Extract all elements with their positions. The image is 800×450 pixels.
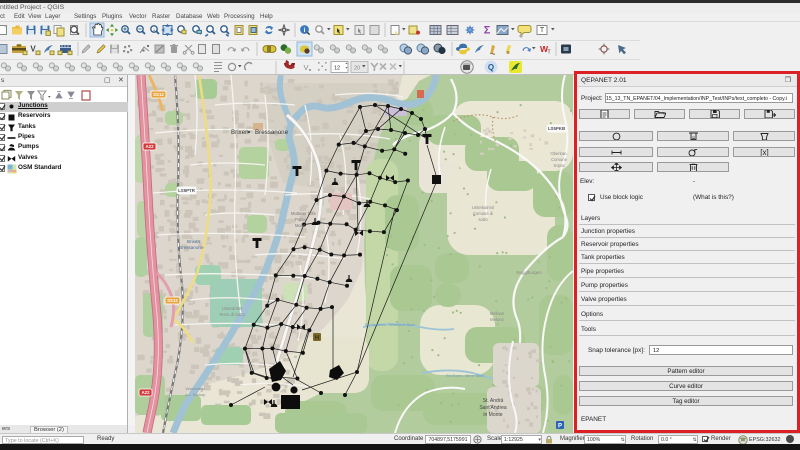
svg-text:Unterdrittel: Unterdrittel — [222, 306, 243, 311]
svg-text:Sopra: Sopra — [553, 163, 565, 168]
svg-text:Mellaun: Mellaun — [490, 311, 505, 316]
svg-text:Terzo di Sotto: Terzo di Sotto — [219, 312, 245, 317]
svg-text:Comune: Comune — [551, 157, 567, 162]
svg-text:Nogglburgen: Nogglburgen — [516, 270, 542, 275]
svg-text:Mulat: Mulat — [295, 223, 306, 228]
svg-text:sotto: sotto — [478, 217, 488, 222]
svg-text:12: 12 — [334, 66, 340, 72]
svg-text:i: i — [304, 27, 306, 34]
svg-text:A22: A22 — [141, 390, 150, 395]
svg-text:V: V — [30, 45, 36, 54]
svg-text:Mutterer höfe: Mutterer höfe — [291, 211, 317, 216]
svg-text:Oberkan.: Oberkan. — [550, 151, 567, 156]
svg-text:SS12: SS12 — [153, 92, 164, 97]
svg-text:Sant'Andrea: Sant'Andrea — [479, 405, 507, 411]
svg-text:20: 20 — [354, 66, 360, 72]
svg-text:Bressanone: Bressanone — [179, 245, 204, 250]
svg-text:T: T — [540, 27, 545, 34]
svg-text:LS5PTR: LS5PTR — [178, 188, 196, 193]
svg-text:H: H — [315, 336, 319, 342]
svg-text:Vescovado: Vescovado — [185, 386, 205, 391]
svg-text:V: V — [303, 63, 308, 72]
svg-text:Q: Q — [488, 63, 494, 72]
svg-text:LS5PKB: LS5PKB — [548, 126, 565, 131]
svg-text:Unterkalmol: Unterkalmol — [472, 205, 494, 210]
svg-text:Rio Eores - Aferer Bach: Rio Eores - Aferer Bach — [446, 374, 484, 378]
svg-text:Punta: Punta — [295, 217, 307, 222]
svg-text:St. Andrä: St. Andrä — [483, 398, 504, 404]
svg-text:Σ: Σ — [484, 25, 491, 37]
svg-text:SS12: SS12 — [167, 298, 178, 303]
svg-text:[x]: [x] — [760, 148, 768, 157]
svg-text:Meluno: Meluno — [490, 317, 504, 322]
svg-text:Au - Bishop: Au - Bishop — [185, 392, 206, 397]
svg-text:P: P — [558, 424, 562, 430]
svg-text:A22: A22 — [145, 144, 154, 149]
svg-text:Comune di: Comune di — [473, 211, 493, 216]
svg-text:T: T — [547, 50, 550, 56]
svg-text:1: 1 — [153, 28, 155, 32]
svg-text:Brixen: Brixen — [187, 239, 200, 244]
svg-text:Rio Scaleres - Schalderer Bach: Rio Scaleres - Schalderer Bach — [365, 323, 415, 327]
svg-text:Brixen: Brixen — [231, 129, 249, 136]
svg-text:in Monte: in Monte — [483, 412, 502, 418]
svg-text:Bressanone: Bressanone — [255, 129, 289, 136]
